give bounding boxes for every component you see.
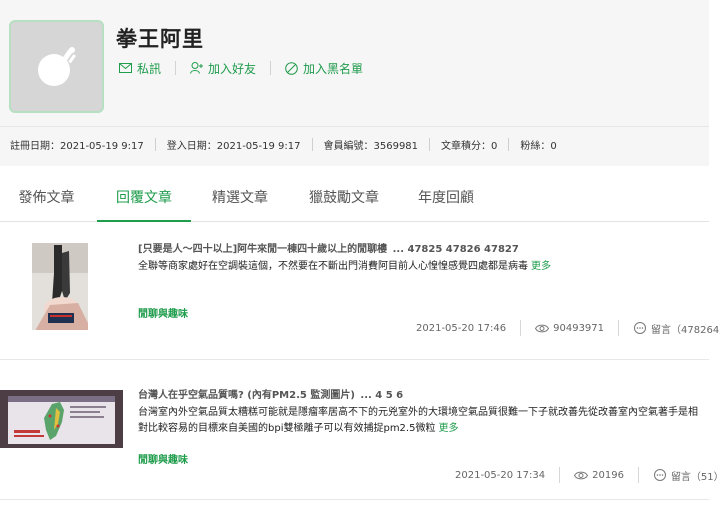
comment-icon: [653, 468, 666, 481]
post-title-text[interactable]: 台灣人在乎空氣品質嗎? (內有PM2.5 監測圖片): [138, 390, 355, 401]
divider: [311, 138, 313, 151]
eye-icon: [535, 324, 550, 332]
replies-value[interactable]: 留言（51）: [671, 468, 720, 483]
post-thumbnail[interactable]: [0, 390, 123, 448]
add-friend-label: 加入好友: [208, 61, 257, 76]
post-title-text[interactable]: [只要是人～四十以上]阿牛來閒一棟四十歲以上的閒聊樓: [138, 244, 387, 255]
block-icon: [285, 61, 298, 75]
block-button[interactable]: 加入黑名單: [285, 60, 363, 77]
post-category[interactable]: 閒聊與趣味: [138, 305, 188, 320]
profile-header: 拳王阿里 私訊 加入好友 加入黑名單 註冊日期：2021-05-19 9:17 …: [0, 0, 709, 166]
article-points: 文章積分：0: [441, 141, 498, 152]
post-date: 2021-05-20 17:46: [416, 322, 507, 334]
profile-actions: 私訊 加入好友 加入黑名單: [119, 60, 363, 76]
post-thumbnail-image: [32, 243, 88, 330]
post-pages[interactable]: ... 4 5 6: [360, 390, 403, 401]
post-excerpt-text: 全聯等商家處好在空調裝這個，不然要在不斷出門消費阿目前人心惶惶感覺四處都是病毒: [138, 261, 528, 272]
post-thumbnail-image: [0, 390, 123, 448]
divider: [520, 320, 522, 336]
replies-value[interactable]: 留言（478264）: [651, 321, 720, 336]
mail-icon: [119, 63, 132, 73]
post-title[interactable]: 台灣人在乎空氣品質嗎? (內有PM2.5 監測圖片) ... 4 5 6: [138, 386, 403, 401]
login-date: 登入日期：2021-05-19 9:17: [166, 141, 301, 152]
post-date: 2021-05-20 17:34: [455, 469, 546, 481]
default-avatar-icon: [38, 47, 76, 86]
block-label: 加入黑名單: [303, 61, 364, 76]
register-date: 註冊日期：2021-05-19 9:17: [10, 141, 144, 152]
list-item: [只要是人～四十以上]阿牛來閒一棟四十歲以上的閒聊樓 ... 47825 478…: [0, 222, 720, 360]
add-friend-button[interactable]: 加入好友: [190, 60, 256, 77]
more-link[interactable]: 更多: [438, 423, 458, 434]
replies-count[interactable]: 留言（478264）: [633, 321, 720, 336]
divider: [175, 61, 177, 75]
divider: [559, 467, 561, 483]
post-excerpt: 台灣室內外空氣品質太糟糕可能就是隱瘤率居高不下的元兇室外的大環境空氣品質很難一下…: [138, 405, 704, 437]
views-count: 90493971: [535, 323, 604, 334]
profile-tabs: 發佈文章 回覆文章 精選文章 獵鼓勵文章 年度回顧: [0, 180, 709, 222]
eye-icon: [574, 471, 589, 479]
post-pages[interactable]: ... 47825 47826 47827: [393, 244, 519, 255]
post-meta: 2021-05-20 17:34 20196 留言（51）: [455, 467, 720, 483]
post-thumbnail[interactable]: [32, 243, 88, 330]
post-meta: 2021-05-20 17:46 90493971 留言（478264）: [416, 320, 720, 336]
username: 拳王阿里: [116, 27, 204, 51]
fans-count: 粉絲：0: [520, 141, 557, 152]
tab-featured[interactable]: 精選文章: [196, 180, 284, 222]
tab-replies[interactable]: 回覆文章: [97, 180, 191, 222]
post-category[interactable]: 閒聊與趣味: [138, 451, 188, 466]
tab-published[interactable]: 發佈文章: [0, 180, 93, 222]
avatar[interactable]: [9, 20, 104, 113]
replies-count[interactable]: 留言（51）: [653, 468, 720, 483]
tab-annual-review[interactable]: 年度回顧: [405, 180, 487, 222]
views-count: 20196: [574, 470, 624, 481]
more-link[interactable]: 更多: [531, 261, 551, 272]
comment-icon: [634, 321, 647, 334]
message-label: 私訊: [137, 61, 162, 76]
add-user-icon: [190, 62, 204, 74]
tab-encouraged[interactable]: 獵鼓勵文章: [292, 180, 396, 222]
views-value: 90493971: [553, 322, 605, 334]
member-id: 會員編號：3569981: [323, 141, 419, 152]
post-excerpt-text: 台灣室內外空氣品質太糟糕可能就是隱瘤率居高不下的元兇室外的大環境空氣品質很難一下…: [138, 407, 698, 434]
divider: [637, 467, 639, 483]
list-item: 台灣人在乎空氣品質嗎? (內有PM2.5 監測圖片) ... 4 5 6 台灣室…: [0, 360, 720, 500]
message-button[interactable]: 私訊: [119, 60, 161, 77]
post-title[interactable]: [只要是人～四十以上]阿牛來閒一棟四十歲以上的閒聊樓 ... 47825 478…: [138, 240, 519, 255]
divider: [508, 138, 510, 151]
divider: [618, 320, 620, 336]
post-excerpt: 全聯等商家處好在空調裝這個，不然要在不斷出門消費阿目前人心惶惶感覺四處都是病毒更…: [138, 259, 698, 275]
views-value: 20196: [592, 469, 624, 481]
divider: [429, 138, 431, 151]
divider: [270, 61, 272, 75]
profile-stats: 註冊日期：2021-05-19 9:17 登入日期：2021-05-19 9:1…: [0, 126, 709, 162]
divider: [154, 138, 156, 151]
